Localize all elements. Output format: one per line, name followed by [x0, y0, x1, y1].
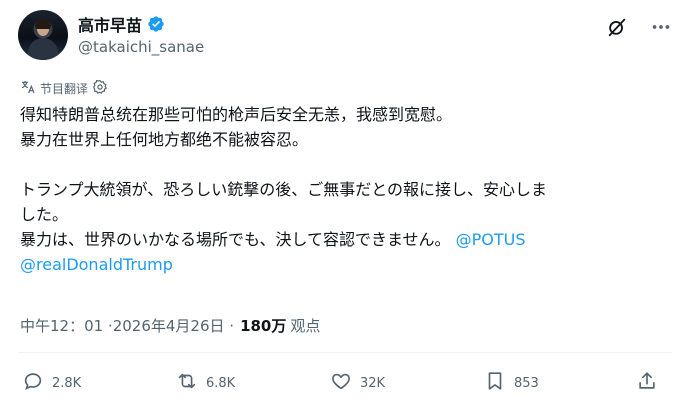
post-line: した。 — [20, 205, 69, 224]
mention-potus[interactable]: @POTUS — [456, 230, 526, 249]
grok-icon[interactable] — [606, 16, 628, 38]
bookmark-button[interactable]: 853 — [484, 370, 539, 396]
repost-icon — [176, 370, 198, 396]
display-name[interactable]: 高市早苗 — [78, 12, 142, 36]
bookmark-icon — [484, 370, 506, 396]
name-row: 高市早苗 — [78, 12, 165, 36]
translate-label[interactable]: 节目翻译 — [40, 80, 88, 97]
post-line-text: 暴力は、世界のいかなる場所でも、決して容認できません。 — [20, 230, 451, 249]
reply-button[interactable]: 2.8K — [22, 370, 81, 396]
post-header: 高市早苗 @takaichi_sanae — [18, 8, 672, 64]
views-label: 观点 — [290, 317, 321, 335]
repost-count: 6.8K — [206, 375, 236, 391]
divider — [18, 352, 672, 353]
action-bar: 2.8K 6.8K 32K 853 — [20, 370, 670, 394]
mention-realdonaldtrump[interactable]: @realDonaldTrump — [20, 255, 173, 274]
post-line: トランプ大統領が、恐ろしい銃撃の後、ご無事だとの報に接し、安心しま — [20, 180, 548, 199]
avatar-hair — [35, 19, 51, 29]
like-icon — [330, 370, 352, 396]
handle[interactable]: @takaichi_sanae — [78, 38, 204, 56]
timestamp[interactable]: 中午12：01 ·2026年4月26日 · — [20, 315, 234, 336]
verified-badge-icon — [147, 15, 165, 33]
post-line-with-mention: 暴力は、世界のいかなる場所でも、決して容認できません。 @POTUS — [20, 227, 670, 252]
more-icon[interactable] — [650, 16, 672, 38]
reply-count: 2.8K — [52, 375, 82, 391]
header-actions — [606, 16, 672, 38]
translate-icon — [20, 79, 36, 98]
bookmark-count: 853 — [514, 375, 539, 391]
settings-icon[interactable] — [92, 79, 108, 98]
post-line: 得知特朗普总统在那些可怕的枪声后安全无恙，我感到宽慰。 — [20, 105, 453, 124]
post-line-mention: @realDonaldTrump — [20, 252, 670, 277]
post-meta: 中午12：01 ·2026年4月26日 · 180万 观点 — [20, 315, 320, 336]
like-button[interactable]: 32K — [330, 370, 385, 396]
views-count: 180万 — [240, 317, 287, 335]
avatar[interactable] — [18, 10, 68, 60]
share-icon — [636, 370, 658, 396]
translate-row: 节目翻译 — [20, 79, 108, 98]
like-count: 32K — [360, 375, 386, 391]
post-line: 暴力在世界上任何地方都绝不能被容忍。 — [20, 130, 309, 149]
share-button[interactable] — [636, 370, 658, 396]
reply-icon — [22, 370, 44, 396]
post-text: 得知特朗普总统在那些可怕的枪声后安全无恙，我感到宽慰。 暴力在世界上任何地方都绝… — [20, 102, 670, 277]
repost-button[interactable]: 6.8K — [176, 370, 235, 396]
avatar-shoulders — [28, 38, 58, 60]
